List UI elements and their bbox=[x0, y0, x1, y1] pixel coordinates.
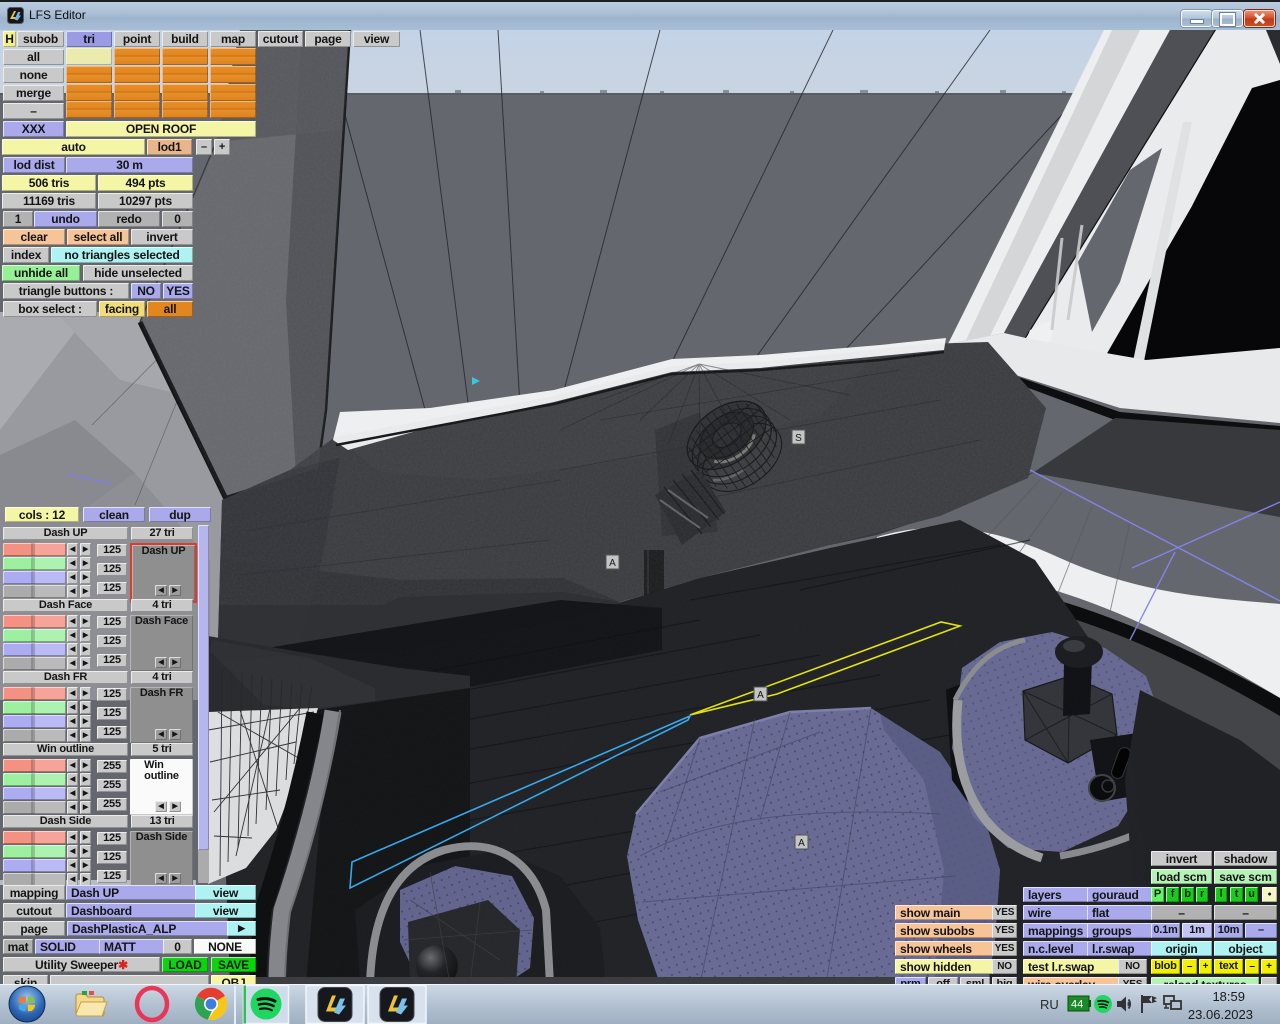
svg-text:23.06.2023: 23.06.2023 bbox=[1188, 1007, 1253, 1022]
svg-text:18:59: 18:59 bbox=[1212, 989, 1245, 1004]
svg-text:RU: RU bbox=[1040, 997, 1059, 1012]
svg-text:44: 44 bbox=[1071, 999, 1083, 1011]
